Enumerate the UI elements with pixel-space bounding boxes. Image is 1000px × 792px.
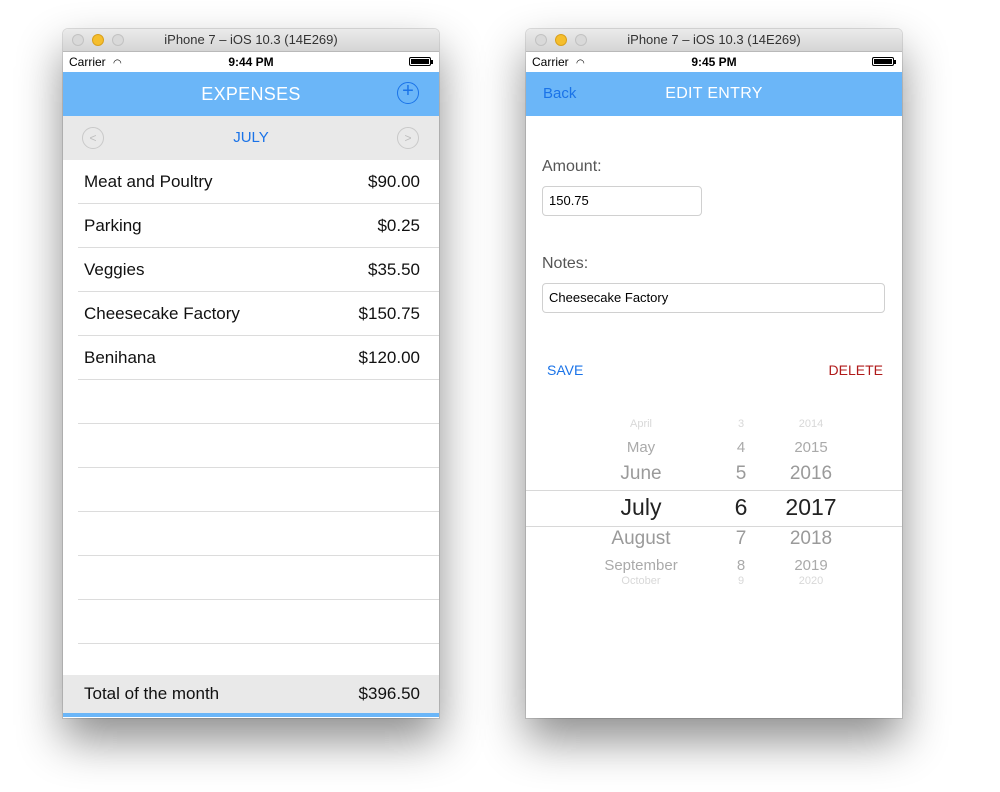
expense-name: Benihana bbox=[84, 348, 156, 367]
date-picker[interactable]: April May June July August September Oct… bbox=[526, 418, 902, 587]
picker-option: 2015 bbox=[794, 439, 828, 456]
picker-option: May bbox=[626, 439, 656, 456]
status-bar: Carrier ◠ 9:45 PM bbox=[526, 52, 902, 72]
zoom-icon[interactable] bbox=[575, 34, 587, 46]
month-selector: < JULY > bbox=[63, 116, 439, 160]
picker-option: October bbox=[621, 575, 661, 587]
expense-amount: $150.75 bbox=[358, 304, 420, 323]
minimize-icon[interactable] bbox=[92, 34, 104, 46]
status-bar: Carrier ◠ 9:44 PM bbox=[63, 52, 439, 72]
expense-row[interactable]: Parking $0.25 bbox=[78, 204, 439, 248]
expense-row[interactable]: Cheesecake Factory $150.75 bbox=[78, 292, 439, 336]
page-title: EXPENSES bbox=[201, 84, 301, 104]
empty-row bbox=[78, 424, 439, 468]
picker-selected-day: 6 bbox=[734, 494, 748, 520]
picker-option: September bbox=[604, 557, 678, 574]
total-value: $396.50 bbox=[358, 684, 420, 703]
expense-list: Meat and Poultry $90.00 Parking $0.25 Ve… bbox=[63, 160, 439, 644]
picker-selected-month: July bbox=[620, 494, 662, 520]
picker-option: 2018 bbox=[789, 528, 833, 549]
delete-button[interactable]: DELETE bbox=[829, 362, 883, 378]
empty-row bbox=[78, 380, 439, 424]
save-button[interactable]: SAVE bbox=[547, 362, 583, 378]
amount-field[interactable]: 150.75 bbox=[542, 186, 702, 216]
expense-name: Veggies bbox=[84, 260, 145, 279]
picker-option: 2019 bbox=[794, 557, 828, 574]
total-bar: Total of the month $396.50 bbox=[63, 675, 439, 713]
picker-option: 7 bbox=[735, 528, 747, 549]
window-titlebar[interactable]: iPhone 7 – iOS 10.3 (14E269) bbox=[526, 29, 902, 52]
picker-year-column[interactable]: 2014 2015 2016 2017 2018 2019 2020 bbox=[771, 418, 851, 587]
expense-amount: $0.25 bbox=[377, 216, 420, 235]
navigation-bar: EXPENSES + bbox=[63, 72, 439, 116]
expense-amount: $90.00 bbox=[368, 172, 420, 191]
picker-option: 2016 bbox=[789, 463, 833, 484]
empty-row bbox=[78, 468, 439, 512]
window-titlebar[interactable]: iPhone 7 – iOS 10.3 (14E269) bbox=[63, 29, 439, 52]
expense-row[interactable]: Meat and Poultry $90.00 bbox=[78, 160, 439, 204]
empty-row bbox=[78, 512, 439, 556]
picker-option: June bbox=[620, 463, 662, 484]
picker-option: August bbox=[611, 528, 671, 549]
navigation-bar: Back EDIT ENTRY bbox=[526, 72, 902, 116]
status-time: 9:45 PM bbox=[691, 55, 737, 69]
close-icon[interactable] bbox=[535, 34, 547, 46]
window-title: iPhone 7 – iOS 10.3 (14E269) bbox=[627, 32, 801, 47]
picker-option: 8 bbox=[736, 557, 746, 574]
edit-form: Amount: 150.75 Notes: Cheesecake Factory… bbox=[526, 116, 902, 716]
expense-amount: $35.50 bbox=[368, 260, 420, 279]
empty-row bbox=[78, 556, 439, 600]
page-title: EDIT ENTRY bbox=[665, 85, 763, 102]
notes-field[interactable]: Cheesecake Factory bbox=[542, 283, 885, 313]
picker-option: 4 bbox=[736, 439, 746, 456]
picker-day-column[interactable]: 3 4 5 6 7 8 9 bbox=[711, 418, 771, 587]
picker-option: 3 bbox=[737, 418, 745, 430]
battery-icon bbox=[409, 57, 433, 66]
chevron-right-icon[interactable]: > bbox=[397, 127, 419, 149]
simulator-window-edit-entry: iPhone 7 – iOS 10.3 (14E269) Carrier ◠ 9… bbox=[526, 29, 902, 718]
expense-row[interactable]: Benihana $120.00 bbox=[78, 336, 439, 380]
window-title: iPhone 7 – iOS 10.3 (14E269) bbox=[164, 32, 338, 47]
picker-selected-year: 2017 bbox=[785, 494, 837, 520]
expense-row[interactable]: Veggies $35.50 bbox=[78, 248, 439, 292]
picker-option: 5 bbox=[735, 463, 747, 484]
bottom-accent-bar bbox=[63, 713, 439, 717]
close-icon[interactable] bbox=[72, 34, 84, 46]
total-label: Total of the month bbox=[84, 684, 220, 703]
expense-name: Cheesecake Factory bbox=[84, 304, 240, 323]
expense-name: Meat and Poultry bbox=[84, 172, 213, 191]
add-circle-icon[interactable]: + bbox=[397, 81, 419, 104]
minimize-icon[interactable] bbox=[555, 34, 567, 46]
expense-name: Parking bbox=[84, 216, 142, 235]
battery-icon bbox=[872, 57, 896, 66]
picker-option: 2014 bbox=[798, 418, 824, 430]
simulator-window-expenses: iPhone 7 – iOS 10.3 (14E269) Carrier ◠ 9… bbox=[63, 29, 439, 718]
amount-label: Amount: bbox=[542, 158, 602, 175]
picker-option: 9 bbox=[737, 575, 745, 587]
picker-option: April bbox=[629, 418, 652, 430]
zoom-icon[interactable] bbox=[112, 34, 124, 46]
picker-option: 2020 bbox=[798, 575, 824, 587]
notes-label: Notes: bbox=[542, 255, 589, 272]
picker-month-column[interactable]: April May June July August September Oct… bbox=[566, 418, 716, 587]
status-time: 9:44 PM bbox=[228, 55, 274, 69]
empty-row bbox=[78, 600, 439, 644]
expense-amount: $120.00 bbox=[358, 348, 420, 367]
month-label[interactable]: JULY bbox=[63, 116, 439, 160]
